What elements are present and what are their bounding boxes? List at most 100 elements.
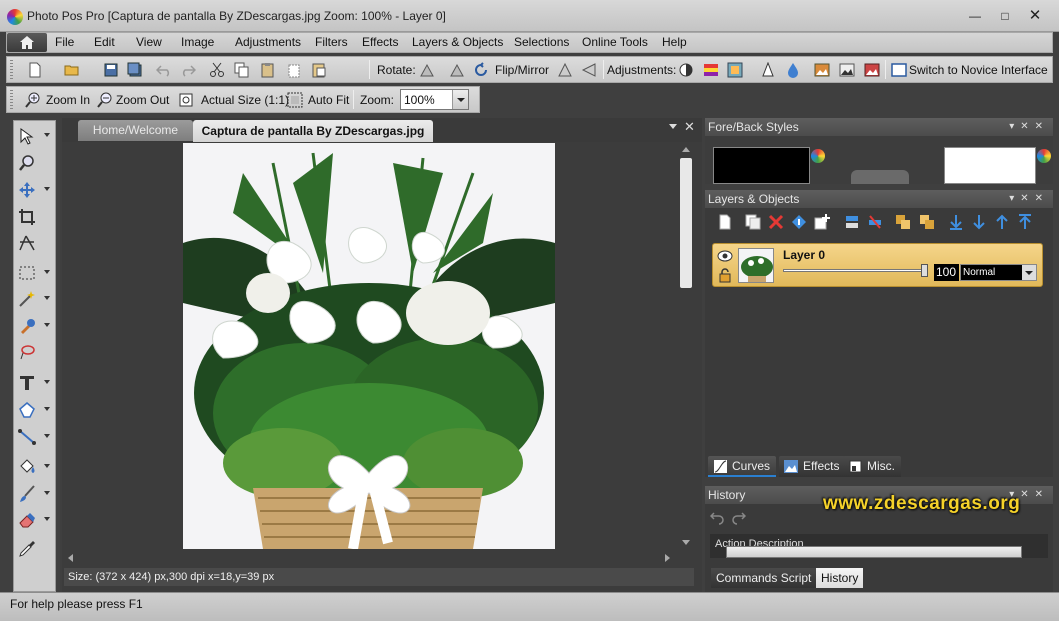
- tab-list-chevron-icon[interactable]: [669, 124, 677, 129]
- zoom-in-button[interactable]: Zoom In: [46, 93, 90, 107]
- opacity-value[interactable]: 100: [934, 264, 959, 281]
- home-button[interactable]: [7, 33, 47, 52]
- flip-horizontal-icon[interactable]: [581, 62, 597, 78]
- lock-icon[interactable]: [718, 268, 732, 283]
- move-down-icon[interactable]: [971, 214, 987, 230]
- add-object-icon[interactable]: [814, 214, 830, 230]
- rectangle-select-icon[interactable]: [18, 264, 36, 282]
- menu-help[interactable]: Help: [662, 35, 687, 49]
- delete-layer-icon[interactable]: [768, 214, 784, 230]
- line-tool-icon[interactable]: [18, 428, 36, 446]
- paste-icon[interactable]: [260, 62, 276, 78]
- visibility-eye-icon[interactable]: [717, 249, 733, 263]
- panel-controls-icon[interactable]: ▾✕✕: [1009, 118, 1049, 136]
- tab-curves[interactable]: Curves: [708, 456, 777, 477]
- tab-misc[interactable]: Misc.: [843, 456, 901, 477]
- toolbar-grip[interactable]: [10, 60, 13, 79]
- actual-size-button[interactable]: Actual Size (1:1): [201, 93, 289, 107]
- scroll-right-arrow-icon[interactable]: [665, 554, 670, 562]
- new-file-icon[interactable]: [27, 62, 43, 78]
- foreground-color-swatch[interactable]: [713, 147, 810, 184]
- cut-icon[interactable]: [209, 62, 225, 78]
- menu-image[interactable]: Image: [181, 35, 214, 49]
- blend-mode-select[interactable]: Normal: [960, 264, 1037, 281]
- photo-enhance-icon[interactable]: [814, 62, 830, 78]
- layer-properties-icon[interactable]: [791, 214, 807, 230]
- select-pointer-icon[interactable]: [18, 127, 36, 145]
- maximize-icon[interactable]: □: [995, 8, 1015, 24]
- redo-icon[interactable]: [180, 62, 196, 78]
- zoom-out-icon[interactable]: [97, 92, 113, 108]
- auto-fit-icon[interactable]: [287, 92, 303, 108]
- photo-fix-icon[interactable]: [839, 62, 855, 78]
- crop-tool-icon[interactable]: [18, 208, 36, 226]
- panel-controls-icon[interactable]: ▾✕✕: [1009, 190, 1049, 208]
- layer-row[interactable]: Layer 0 100 Normal: [712, 243, 1043, 287]
- fill-bucket-icon[interactable]: [18, 458, 36, 476]
- perspective-tool-icon[interactable]: [18, 234, 36, 252]
- history-list[interactable]: Action Description: [710, 534, 1048, 558]
- scroll-up-arrow-icon[interactable]: [682, 147, 690, 152]
- menu-online-tools[interactable]: Online Tools: [582, 35, 648, 49]
- save-icon[interactable]: [103, 62, 119, 78]
- color-balance-icon[interactable]: [703, 62, 719, 78]
- flatten-layer-icon[interactable]: [867, 214, 883, 230]
- group-layers-icon[interactable]: [895, 214, 911, 230]
- lasso-tool-icon[interactable]: [18, 343, 36, 361]
- undo-icon[interactable]: [156, 62, 172, 78]
- move-bottom-icon[interactable]: [948, 214, 964, 230]
- scroll-down-arrow-icon[interactable]: [682, 540, 690, 545]
- tab-home-welcome[interactable]: Home/Welcome: [78, 120, 193, 141]
- menu-selections[interactable]: Selections: [514, 35, 569, 49]
- menu-file[interactable]: File: [55, 35, 74, 49]
- menu-filters[interactable]: Filters: [315, 35, 348, 49]
- zoom-out-button[interactable]: Zoom Out: [116, 93, 169, 107]
- rotate-right-icon[interactable]: [449, 62, 465, 78]
- eraser-tool-icon[interactable]: [18, 511, 36, 529]
- minimize-icon[interactable]: —: [965, 8, 985, 24]
- switch-novice-button[interactable]: Switch to Novice Interface: [909, 63, 1048, 77]
- merge-layer-icon[interactable]: [844, 214, 860, 230]
- tab-effects[interactable]: Effects: [779, 456, 846, 477]
- color-picker-icon[interactable]: [1037, 149, 1051, 163]
- history-hscroll-thumb[interactable]: [726, 546, 1022, 558]
- move-tool-icon[interactable]: [18, 181, 36, 199]
- history-redo-icon[interactable]: [732, 511, 746, 525]
- hue-saturation-icon[interactable]: [727, 62, 743, 78]
- flip-vertical-icon[interactable]: [557, 62, 573, 78]
- tab-active-document[interactable]: Captura de pantalla By ZDescargas.jpg: [193, 120, 433, 142]
- tab-commands-script[interactable]: Commands Script: [711, 568, 817, 588]
- save-all-icon[interactable]: [127, 62, 143, 78]
- menu-edit[interactable]: Edit: [94, 35, 115, 49]
- novice-interface-icon[interactable]: [891, 62, 907, 78]
- opacity-slider-handle[interactable]: [921, 264, 928, 277]
- canvas-image[interactable]: [183, 143, 555, 549]
- close-document-icon[interactable]: ✕: [684, 119, 695, 135]
- close-icon[interactable]: ✕: [1025, 8, 1045, 24]
- menu-layers-objects[interactable]: Layers & Objects: [412, 35, 503, 49]
- paste-layer-icon[interactable]: [311, 62, 327, 78]
- color-picker-icon[interactable]: [811, 149, 825, 163]
- brightness-icon[interactable]: [678, 62, 694, 78]
- tab-history[interactable]: History: [816, 568, 864, 588]
- history-undo-icon[interactable]: [710, 511, 724, 525]
- background-color-swatch[interactable]: [944, 147, 1036, 184]
- ungroup-layers-icon[interactable]: [919, 214, 935, 230]
- copy-icon[interactable]: [234, 62, 250, 78]
- move-up-icon[interactable]: [994, 214, 1010, 230]
- rotate-left-icon[interactable]: [419, 62, 435, 78]
- zoom-select[interactable]: 100%: [400, 89, 469, 110]
- red-eye-icon[interactable]: [864, 62, 880, 78]
- selection-brush-icon[interactable]: [18, 317, 36, 335]
- chevron-down-icon[interactable]: [1022, 265, 1036, 280]
- magic-wand-icon[interactable]: [18, 290, 36, 308]
- menu-view[interactable]: View: [136, 35, 162, 49]
- shapes-tool-icon[interactable]: [18, 401, 36, 419]
- opacity-slider[interactable]: [783, 269, 927, 272]
- auto-fit-button[interactable]: Auto Fit: [308, 93, 349, 107]
- color-drop-icon[interactable]: [785, 62, 801, 78]
- zoom-tool-icon[interactable]: [18, 154, 36, 172]
- rotate-free-icon[interactable]: [473, 62, 489, 78]
- scroll-left-arrow-icon[interactable]: [68, 554, 73, 562]
- levels-icon[interactable]: [760, 62, 776, 78]
